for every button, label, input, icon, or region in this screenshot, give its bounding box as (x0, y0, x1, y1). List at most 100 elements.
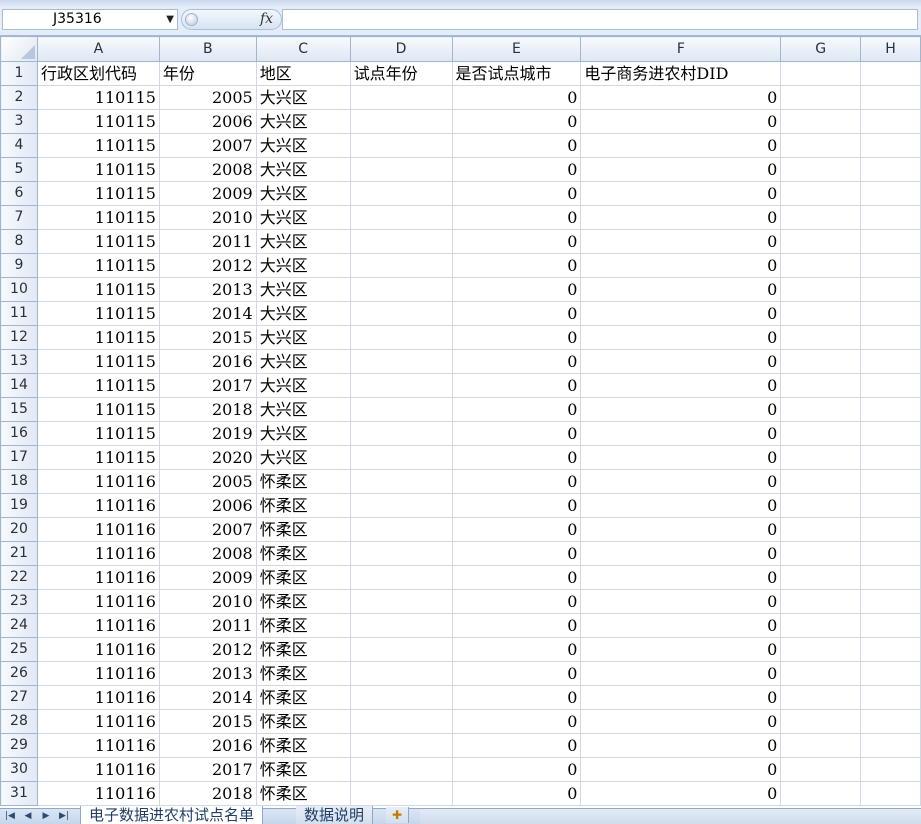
cell[interactable]: 110115 (36, 301, 160, 326)
cell[interactable]: 大兴区 (255, 397, 351, 422)
row-header[interactable]: 24 (0, 613, 38, 638)
row-header[interactable]: 19 (0, 493, 38, 518)
cell[interactable]: 0 (580, 445, 782, 470)
cell[interactable]: 0 (451, 349, 582, 374)
cell[interactable]: 2006 (158, 109, 257, 134)
cell[interactable]: 0 (451, 637, 582, 662)
cell[interactable]: 110116 (36, 493, 160, 518)
cell[interactable] (349, 589, 453, 614)
cell[interactable] (860, 541, 921, 566)
cell[interactable]: 大兴区 (255, 253, 351, 278)
cell[interactable] (349, 85, 453, 110)
cell[interactable] (860, 421, 921, 446)
cell[interactable]: 110116 (36, 757, 160, 782)
cell[interactable]: 110116 (36, 565, 160, 590)
cell[interactable] (780, 205, 862, 230)
cell[interactable]: 0 (451, 373, 582, 398)
cell[interactable]: 110115 (36, 157, 160, 182)
cell[interactable]: 0 (580, 493, 782, 518)
cell[interactable]: 110115 (36, 277, 160, 302)
cell[interactable] (349, 325, 453, 350)
row-header[interactable]: 9 (0, 253, 38, 278)
column-header-a[interactable]: A (36, 36, 160, 62)
cell[interactable] (860, 277, 921, 302)
cell[interactable]: 电子商务进农村DID (580, 61, 782, 86)
row-header[interactable]: 29 (0, 733, 38, 758)
cell[interactable]: 0 (580, 421, 782, 446)
cell[interactable]: 年份 (158, 61, 257, 86)
cell[interactable] (780, 637, 862, 662)
column-header-g[interactable]: G (780, 36, 862, 62)
row-header[interactable]: 21 (0, 541, 38, 566)
cell[interactable] (860, 661, 921, 686)
cell[interactable]: 2008 (158, 541, 257, 566)
cell[interactable]: 2018 (158, 397, 257, 422)
cell[interactable] (780, 709, 862, 734)
cell[interactable] (860, 757, 921, 782)
cell[interactable]: 试点年份 (349, 61, 453, 86)
cell[interactable]: 0 (580, 637, 782, 662)
cell[interactable]: 110115 (36, 325, 160, 350)
cell[interactable]: 0 (451, 181, 582, 206)
cell[interactable] (860, 109, 921, 134)
cell[interactable]: 0 (451, 205, 582, 230)
cell[interactable]: 110115 (36, 133, 160, 158)
cell[interactable]: 0 (580, 661, 782, 686)
cell[interactable] (860, 253, 921, 278)
cell[interactable] (860, 637, 921, 662)
row-header[interactable]: 7 (0, 205, 38, 230)
cell[interactable]: 2009 (158, 565, 257, 590)
cell[interactable] (780, 253, 862, 278)
cell[interactable]: 0 (580, 301, 782, 326)
first-sheet-icon[interactable]: |◀ (2, 809, 18, 824)
cell[interactable]: 大兴区 (255, 229, 351, 254)
cell[interactable]: 0 (451, 613, 582, 638)
select-all-button[interactable] (0, 36, 38, 62)
row-header[interactable]: 25 (0, 637, 38, 662)
cell[interactable] (349, 205, 453, 230)
cell[interactable] (780, 349, 862, 374)
cell[interactable]: 怀柔区 (255, 709, 351, 734)
cell[interactable]: 0 (580, 109, 782, 134)
cell[interactable] (780, 565, 862, 590)
cell[interactable]: 0 (580, 541, 782, 566)
cell[interactable]: 0 (580, 325, 782, 350)
cell[interactable]: 110115 (36, 421, 160, 446)
cell[interactable]: 2008 (158, 157, 257, 182)
cell[interactable]: 0 (451, 757, 582, 782)
horizontal-scrollbar[interactable] (420, 809, 921, 824)
cell[interactable] (780, 781, 862, 806)
cell[interactable]: 怀柔区 (255, 613, 351, 638)
cell[interactable]: 110116 (36, 661, 160, 686)
cell[interactable]: 怀柔区 (255, 637, 351, 662)
cell[interactable] (349, 733, 453, 758)
cell[interactable] (860, 85, 921, 110)
cell[interactable]: 0 (451, 397, 582, 422)
cell[interactable]: 0 (580, 733, 782, 758)
cell[interactable]: 怀柔区 (255, 565, 351, 590)
cell[interactable] (349, 133, 453, 158)
cell[interactable]: 0 (451, 325, 582, 350)
cell[interactable] (349, 229, 453, 254)
row-header[interactable]: 2 (0, 85, 38, 110)
cell[interactable]: 110115 (36, 445, 160, 470)
cell[interactable] (349, 157, 453, 182)
cell[interactable]: 大兴区 (255, 373, 351, 398)
cell[interactable]: 怀柔区 (255, 733, 351, 758)
cell[interactable] (860, 397, 921, 422)
cell[interactable]: 0 (451, 541, 582, 566)
resize-handle-icon[interactable] (185, 13, 198, 26)
cell[interactable] (349, 277, 453, 302)
row-header[interactable]: 3 (0, 109, 38, 134)
cell[interactable] (349, 109, 453, 134)
cell[interactable]: 大兴区 (255, 325, 351, 350)
column-header-f[interactable]: F (580, 36, 782, 62)
cell[interactable] (349, 517, 453, 542)
cell[interactable] (780, 421, 862, 446)
cell[interactable]: 大兴区 (255, 205, 351, 230)
cell[interactable] (349, 781, 453, 806)
cell[interactable]: 大兴区 (255, 349, 351, 374)
cell[interactable]: 2013 (158, 277, 257, 302)
cell[interactable]: 0 (451, 661, 582, 686)
cell[interactable]: 怀柔区 (255, 757, 351, 782)
